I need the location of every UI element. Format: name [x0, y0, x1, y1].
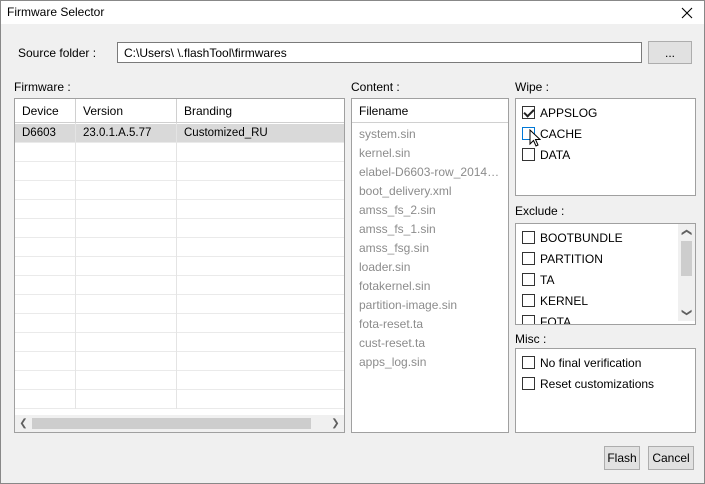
- checkbox-ta[interactable]: TA: [522, 270, 554, 289]
- column-divider: [176, 123, 177, 409]
- checkbox-label: FOTA: [540, 314, 572, 325]
- source-folder-value: C:\Users\ \.flashTool\firmwares: [124, 46, 287, 60]
- content-list[interactable]: Filename system.sin kernel.sin elabel-D660…: [351, 98, 509, 433]
- title-bar: Firmware Selector: [1, 1, 704, 24]
- list-item[interactable]: kernel.sin: [359, 144, 505, 163]
- checkbox-appslog[interactable]: APPSLOG: [522, 103, 597, 122]
- empty-table-row: [15, 200, 344, 219]
- checkbox-reset-customizations[interactable]: Reset customizations: [522, 374, 654, 393]
- firmware-table[interactable]: Device Version Branding D6603 23.0.1.A.5…: [14, 98, 345, 433]
- checkbox-no-final-verification[interactable]: No final verification: [522, 353, 641, 372]
- list-item[interactable]: amss_fs_2.sin: [359, 201, 505, 220]
- checkbox-label: PARTITION: [540, 251, 603, 266]
- misc-group: No final verification Reset customization…: [515, 348, 696, 433]
- checkbox-unchecked-icon[interactable]: [522, 148, 535, 161]
- checkbox-label: TA: [540, 272, 555, 287]
- firmware-table-header: Device Version Branding: [15, 99, 344, 123]
- checkbox-partition[interactable]: PARTITION: [522, 249, 603, 268]
- list-item[interactable]: cust-reset.ta: [359, 334, 505, 353]
- flash-button[interactable]: Flash: [604, 446, 640, 470]
- empty-table-row: [15, 257, 344, 276]
- cell-branding: Customized_RU: [184, 127, 268, 139]
- vertical-scrollbar[interactable]: ❮ ❯: [678, 224, 695, 321]
- checkbox-label: BOOTBUNDLE: [540, 230, 623, 245]
- scroll-right-icon[interactable]: ❯: [327, 415, 344, 432]
- column-header-filename[interactable]: Filename: [352, 99, 508, 123]
- empty-table-row: [15, 181, 344, 200]
- checkbox-label: No final verification: [540, 355, 642, 370]
- checkbox-label: Reset customizations: [540, 376, 655, 391]
- empty-table-row: [15, 333, 344, 352]
- checkbox-checked-icon[interactable]: [522, 106, 535, 119]
- list-item[interactable]: partition-image.sin: [359, 296, 505, 315]
- cell-device: D6603: [15, 124, 76, 143]
- checkbox-unchecked-icon[interactable]: [522, 273, 535, 286]
- checkbox-label: APPSLOG: [540, 105, 598, 120]
- checkbox-label: KERNEL: [540, 293, 589, 308]
- checkbox-bootbundle[interactable]: BOOTBUNDLE: [522, 228, 623, 247]
- column-header-version[interactable]: Version: [76, 99, 177, 123]
- list-item[interactable]: boot_delivery.xml: [359, 182, 505, 201]
- exclude-group[interactable]: BOOTBUNDLE PARTITION TA KERNEL FOTA ❮ ❯: [515, 223, 696, 325]
- list-item[interactable]: system.sin: [359, 125, 505, 144]
- wipe-label: Wipe :: [515, 80, 550, 94]
- scroll-up-icon[interactable]: ❮: [678, 224, 695, 241]
- list-item[interactable]: fota-reset.ta: [359, 315, 505, 334]
- checkbox-fota[interactable]: FOTA: [522, 312, 572, 325]
- empty-table-row: [15, 276, 344, 295]
- column-header-device[interactable]: Device: [15, 99, 76, 123]
- empty-table-row: [15, 314, 344, 333]
- scroll-left-icon[interactable]: ❮: [15, 415, 32, 432]
- empty-table-row: [15, 295, 344, 314]
- empty-table-row: [15, 390, 344, 409]
- list-item[interactable]: apps_log.sin: [359, 353, 505, 372]
- empty-table-row: [15, 219, 344, 238]
- list-item[interactable]: elabel-D6603-row_201410...: [359, 163, 505, 182]
- empty-table-row: [15, 238, 344, 257]
- checkbox-unchecked-icon[interactable]: [522, 377, 535, 390]
- empty-table-row: [15, 352, 344, 371]
- content-label: Content :: [351, 80, 400, 94]
- misc-label: Misc :: [515, 332, 547, 346]
- list-item[interactable]: fotakernel.sin: [359, 277, 505, 296]
- window-title: Firmware Selector: [7, 5, 105, 19]
- firmware-selector-window: Firmware Selector Source folder : C:\Use…: [0, 0, 705, 484]
- list-item[interactable]: loader.sin: [359, 258, 505, 277]
- firmware-label: Firmware :: [14, 80, 71, 94]
- scrollbar-thumb[interactable]: [681, 241, 692, 276]
- checkbox-unchecked-icon[interactable]: [522, 315, 535, 324]
- column-header-branding[interactable]: Branding: [177, 99, 344, 123]
- checkbox-label: DATA: [540, 147, 571, 162]
- empty-table-row: [15, 143, 344, 162]
- cancel-button[interactable]: Cancel: [648, 446, 694, 470]
- scrollbar-thumb[interactable]: [32, 418, 311, 429]
- cell-version: 23.0.1.A.5.77: [76, 124, 177, 143]
- table-row[interactable]: D6603 23.0.1.A.5.77 Customized_RU: [15, 124, 344, 143]
- checkbox-unchecked-icon[interactable]: [522, 231, 535, 244]
- horizontal-scrollbar[interactable]: ❮ ❯: [15, 415, 344, 432]
- source-folder-field[interactable]: C:\Users\ \.flashTool\firmwares: [117, 42, 642, 63]
- list-item[interactable]: amss_fs_1.sin: [359, 220, 505, 239]
- close-button[interactable]: [670, 1, 704, 24]
- mouse-cursor-icon: [529, 129, 541, 147]
- empty-table-row: [15, 371, 344, 390]
- checkbox-unchecked-icon[interactable]: [522, 252, 535, 265]
- checkbox-unchecked-icon[interactable]: [522, 356, 535, 369]
- column-divider: [75, 123, 76, 409]
- scroll-down-icon[interactable]: ❯: [678, 304, 695, 321]
- checkbox-kernel[interactable]: KERNEL: [522, 291, 588, 310]
- wipe-group: APPSLOG CACHE DATA: [515, 98, 696, 196]
- empty-table-row: [15, 162, 344, 181]
- source-folder-label: Source folder :: [18, 46, 97, 60]
- list-item[interactable]: amss_fsg.sin: [359, 239, 505, 258]
- browse-button[interactable]: ...: [648, 41, 692, 64]
- checkbox-unchecked-icon[interactable]: [522, 294, 535, 307]
- close-icon: [681, 7, 693, 18]
- checkbox-label: CACHE: [540, 126, 583, 141]
- exclude-label: Exclude :: [515, 204, 565, 218]
